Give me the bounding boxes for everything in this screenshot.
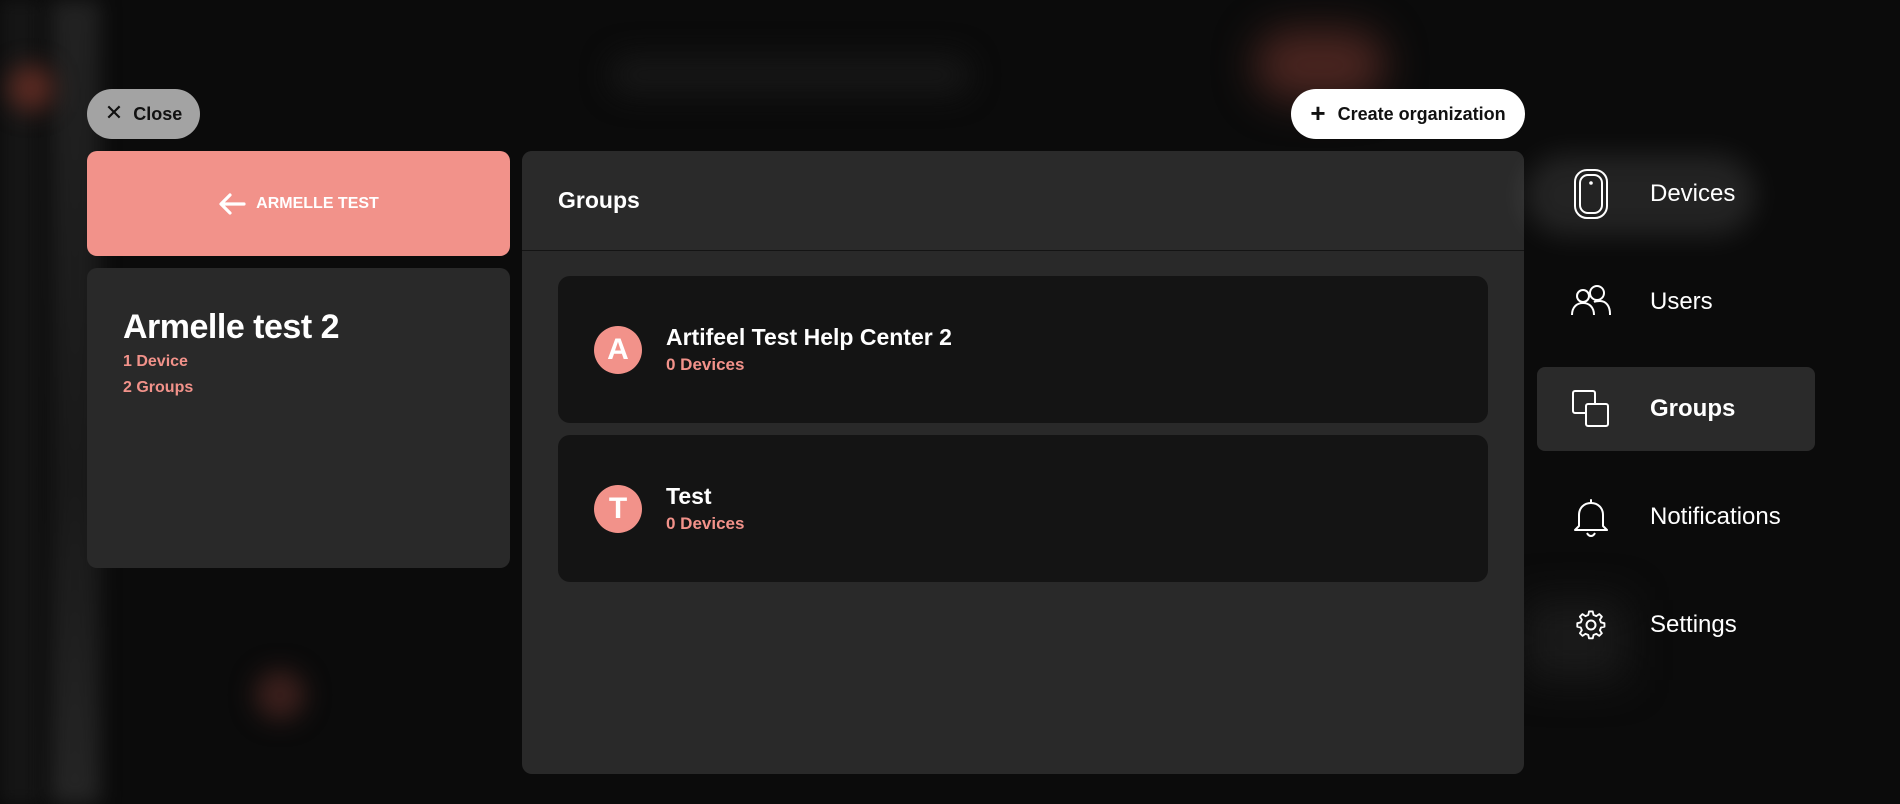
create-organization-label: Create organization xyxy=(1337,103,1506,124)
blurred-background xyxy=(255,670,305,720)
groups-icon xyxy=(1567,385,1615,433)
nav-item-settings[interactable]: Settings xyxy=(1537,583,1815,667)
nav-item-notifications[interactable]: Notifications xyxy=(1537,475,1815,559)
organization-group-count: 2 Groups xyxy=(123,379,194,396)
group-device-count: 0 Devices xyxy=(666,514,745,533)
create-organization-button[interactable]: + Create organization xyxy=(1291,89,1525,139)
nav-item-label: Notifications xyxy=(1650,503,1781,530)
groups-panel: Groups A Artifeel Test Help Center 2 0 D… xyxy=(522,151,1524,774)
arrow-left-icon xyxy=(219,192,246,215)
plus-icon: + xyxy=(1310,97,1326,128)
nav-item-label: Groups xyxy=(1650,395,1736,422)
group-name: Artifeel Test Help Center 2 xyxy=(666,324,952,350)
nav-item-devices[interactable]: Devices xyxy=(1537,152,1815,236)
group-item[interactable]: T Test 0 Devices xyxy=(558,435,1488,582)
groups-panel-title: Groups xyxy=(522,151,1524,251)
users-icon xyxy=(1567,278,1615,326)
close-label: Close xyxy=(133,103,183,124)
group-avatar: T xyxy=(594,484,642,533)
nav-item-label: Settings xyxy=(1650,611,1737,638)
modal-overlay: ✕ Close + Create organization ARMELLE TE… xyxy=(0,0,1900,804)
side-navigation: Devices Users Groups Notifications Setti… xyxy=(1537,0,1817,804)
nav-item-label: Users xyxy=(1650,288,1713,315)
back-to-parent-button[interactable]: ARMELLE TEST xyxy=(87,151,510,256)
close-button[interactable]: ✕ Close xyxy=(87,89,200,139)
organization-name: Armelle test 2 xyxy=(123,308,340,346)
organization-device-count: 1 Device xyxy=(123,353,188,370)
group-device-count: 0 Devices xyxy=(666,355,745,374)
device-icon xyxy=(1567,169,1615,219)
close-icon: ✕ xyxy=(104,101,124,126)
group-name: Test xyxy=(666,483,712,509)
gear-icon xyxy=(1567,601,1615,649)
bell-icon xyxy=(1567,493,1615,541)
nav-item-users[interactable]: Users xyxy=(1537,260,1815,344)
organization-card: Armelle test 2 1 Device 2 Groups xyxy=(87,268,510,568)
group-item[interactable]: A Artifeel Test Help Center 2 0 Devices xyxy=(558,276,1488,423)
blurred-background xyxy=(8,65,54,111)
nav-item-groups[interactable]: Groups xyxy=(1537,367,1815,451)
back-label: ARMELLE TEST xyxy=(256,194,379,212)
group-list: A Artifeel Test Help Center 2 0 Devices … xyxy=(522,251,1524,582)
nav-item-label: Devices xyxy=(1650,180,1736,207)
blurred-background xyxy=(610,55,970,95)
blurred-background xyxy=(0,0,40,804)
group-avatar: A xyxy=(594,325,642,374)
